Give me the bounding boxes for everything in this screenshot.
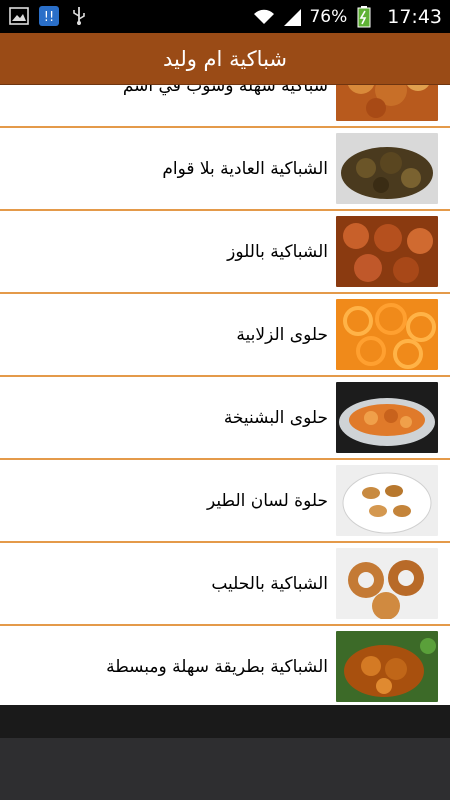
list-footer [0, 705, 450, 738]
svg-text:!!: !! [44, 10, 54, 25]
item-label: حلوى الزلابية [236, 324, 328, 345]
almond-chebakia-icon [336, 216, 438, 287]
recipe-list[interactable]: شباكية سهلة وشوب في أشم الشباكية العادية… [0, 85, 450, 705]
list-item[interactable]: حلوة لسان الطير [0, 460, 450, 543]
system-indicators: 76% 17:43 [253, 0, 442, 33]
battery-icon [353, 5, 375, 27]
bechnikha-icon [336, 382, 438, 453]
battery-percent: 76% [309, 6, 348, 27]
list-item[interactable]: شباكية سهلة وشوب في أشم [0, 85, 450, 128]
item-label: شباكية سهلة وشوب في أشم [122, 85, 328, 96]
image-icon [8, 6, 30, 26]
partial-chebakia-icon [336, 85, 438, 121]
navigation-bar [0, 738, 450, 800]
milk-chebakia-icon [336, 548, 438, 619]
item-label: حلوى البشنيخة [223, 407, 328, 428]
list-item[interactable]: حلوى الزلابية [0, 294, 450, 377]
notification-app-icon: !! [38, 6, 60, 26]
item-label: الشباكية بطريقة سهلة ومبسطة [106, 656, 328, 677]
app-header: شباكية ام وليد [0, 33, 450, 85]
zlabia-icon [336, 299, 438, 370]
list-item[interactable]: الشباكية بالحليب [0, 543, 450, 626]
list-item[interactable]: الشباكية باللوز [0, 211, 450, 294]
easy-chebakia-icon [336, 631, 438, 702]
clock: 17:43 [387, 5, 442, 28]
item-label: الشباكية العادية بلا قوام [162, 158, 328, 179]
item-label: الشباكية بالحليب [211, 573, 328, 594]
item-label: حلوة لسان الطير [206, 490, 328, 511]
item-label: الشباكية باللوز [227, 241, 328, 262]
app-title: شباكية ام وليد [162, 46, 287, 71]
list-item[interactable]: الشباكية العادية بلا قوام [0, 128, 450, 211]
signal-icon [281, 7, 303, 27]
wifi-icon [253, 7, 275, 27]
dark-chebakia-icon [336, 133, 438, 204]
usb-icon [68, 6, 90, 26]
list-item[interactable]: الشباكية بطريقة سهلة ومبسطة [0, 626, 450, 705]
lsan-tir-icon [336, 465, 438, 536]
status-bar: !! 76% 17:43 [0, 0, 450, 33]
notification-icons: !! [8, 6, 90, 26]
list-item[interactable]: حلوى البشنيخة [0, 377, 450, 460]
